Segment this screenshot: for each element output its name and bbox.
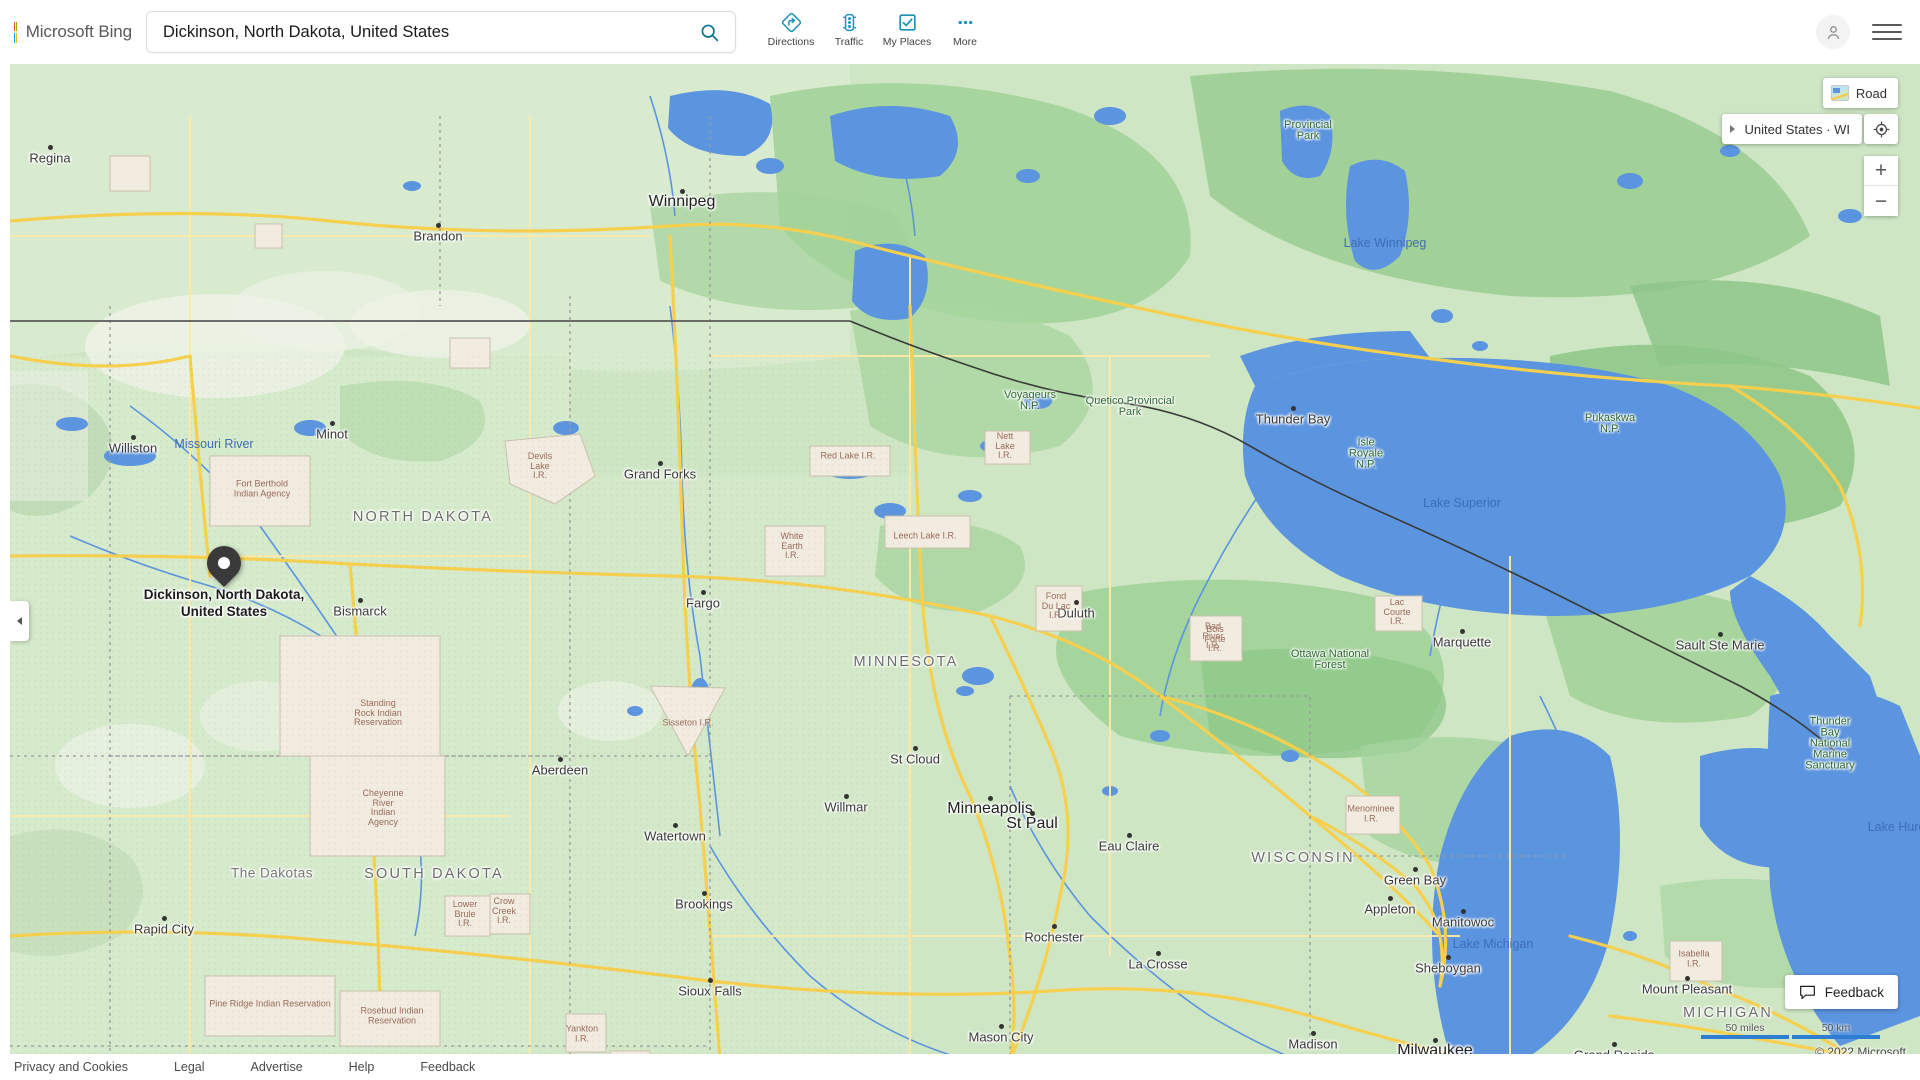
toolbar-more[interactable]: More — [936, 8, 994, 51]
brand-label: Microsoft Bing — [25, 22, 132, 41]
city-marker-dot — [1311, 1031, 1316, 1036]
map-pin[interactable]: Dickinson, North Dakota, United States — [144, 538, 304, 619]
city-marker-dot — [1433, 1038, 1438, 1043]
city-marker-dot — [1718, 632, 1723, 637]
city-marker-dot — [358, 598, 363, 603]
map-tiles — [10, 56, 1920, 1061]
location-bar[interactable]: United States · WI — [1721, 114, 1862, 144]
city-marker-dot — [1413, 867, 1418, 872]
search-box[interactable] — [146, 11, 736, 53]
search-input[interactable] — [147, 22, 683, 42]
scale-km-bar — [1792, 1035, 1880, 1039]
scale-miles-bar — [1701, 1035, 1789, 1039]
city-marker-dot — [1156, 951, 1161, 956]
city-marker-dot — [988, 796, 993, 801]
checkbox-icon — [897, 11, 918, 33]
city-marker-dot — [1074, 600, 1079, 605]
city-marker-dot — [999, 1024, 1004, 1029]
city-marker-dot — [1612, 1042, 1617, 1047]
chevron-left-icon — [17, 617, 22, 625]
city-marker-dot — [1127, 833, 1132, 838]
city-marker-dot — [1461, 909, 1466, 914]
map-viewport[interactable]: Winnipeg Minneapolis St Paul Milwaukee Regin… — [10, 56, 1920, 1061]
map-style-thumbnail-icon — [1830, 85, 1849, 101]
app-header: Microsoft Bing Directions — [0, 0, 1920, 64]
directions-icon — [781, 11, 802, 33]
city-marker-dot — [1291, 406, 1296, 411]
city-marker-dot — [673, 823, 678, 828]
collapse-panel-button[interactable] — [10, 601, 29, 641]
footer-link-privacy-and-cookies[interactable]: Privacy and Cookies — [14, 1060, 128, 1074]
city-marker-dot — [1446, 955, 1451, 960]
scale-km: 50 km — [1792, 1022, 1880, 1039]
header-right-controls — [1816, 0, 1902, 64]
map-toolbar: Directions Traffic My Places More — [762, 0, 994, 64]
chevron-right-icon — [1729, 125, 1735, 133]
city-marker-dot — [701, 590, 706, 595]
scale-miles-label: 50 miles — [1725, 1022, 1765, 1034]
city-marker-dot — [436, 223, 441, 228]
city-marker-dot — [1685, 976, 1690, 981]
map-feedback-label: Feedback — [1824, 984, 1884, 1000]
ellipsis-icon — [955, 11, 976, 33]
toolbar-directions-label: Directions — [767, 36, 815, 48]
hamburger-menu-icon — [1872, 24, 1902, 26]
footer-link-help[interactable]: Help — [349, 1060, 375, 1074]
traffic-light-icon — [839, 11, 860, 33]
city-marker-dot — [913, 746, 918, 751]
toolbar-more-label: More — [953, 36, 977, 48]
city-marker-dot — [1052, 924, 1057, 929]
footer-link-legal[interactable]: Legal — [174, 1060, 205, 1074]
city-marker-dot — [1460, 629, 1465, 634]
locate-me-button[interactable] — [1864, 114, 1898, 144]
scale-km-label: 50 km — [1821, 1022, 1851, 1034]
account-button[interactable] — [1816, 15, 1850, 49]
city-marker-dot — [702, 891, 707, 896]
toolbar-my-places-label: My Places — [882, 36, 932, 48]
locate-crosshair-icon — [1872, 120, 1890, 138]
city-marker-dot — [48, 145, 53, 150]
city-marker-dot — [131, 435, 136, 440]
map-style-label: Road — [1855, 85, 1887, 101]
speech-bubble-icon — [1799, 985, 1815, 999]
search-icon — [701, 24, 718, 41]
bing-brand[interactable]: Microsoft Bing — [14, 21, 132, 43]
city-marker-dot — [558, 757, 563, 762]
city-marker-dot — [844, 794, 849, 799]
city-marker-dot — [162, 916, 167, 921]
map-style-button[interactable]: Road — [1822, 78, 1898, 108]
map-feedback-button[interactable]: Feedback — [1784, 975, 1898, 1009]
page-footer: Privacy and Cookies Legal Advertise Help Fee… — [0, 1054, 1920, 1080]
scale-miles: 50 miles — [1701, 1022, 1789, 1039]
hamburger-menu-button[interactable] — [1872, 17, 1902, 47]
zoom-in-button[interactable]: + — [1864, 156, 1898, 186]
microsoft-logo-icon — [14, 21, 17, 43]
city-marker-dot — [1030, 811, 1035, 816]
footer-link-advertise[interactable]: Advertise — [251, 1060, 303, 1074]
scale-bar: 50 miles 50 km — [1701, 1022, 1880, 1039]
toolbar-my-places[interactable]: My Places — [878, 8, 936, 51]
zoom-controls: + − — [1864, 156, 1898, 216]
location-bar-label: United States · WI — [1744, 121, 1850, 137]
toolbar-directions[interactable]: Directions — [762, 8, 820, 51]
map-pin-icon — [199, 538, 249, 588]
account-person-icon — [1827, 25, 1839, 39]
search-button[interactable] — [683, 12, 735, 52]
city-marker-dot — [1388, 896, 1393, 901]
toolbar-traffic[interactable]: Traffic — [820, 8, 878, 51]
city-marker-dot — [330, 421, 335, 426]
city-marker-dot — [658, 461, 663, 466]
footer-link-feedback[interactable]: Feedback — [420, 1060, 475, 1074]
map-pin-label: Dickinson, North Dakota, United States — [143, 587, 305, 619]
city-marker-dot — [708, 978, 713, 983]
zoom-out-button[interactable]: − — [1864, 186, 1898, 216]
toolbar-traffic-label: Traffic — [834, 36, 864, 48]
city-marker-dot — [680, 189, 685, 194]
